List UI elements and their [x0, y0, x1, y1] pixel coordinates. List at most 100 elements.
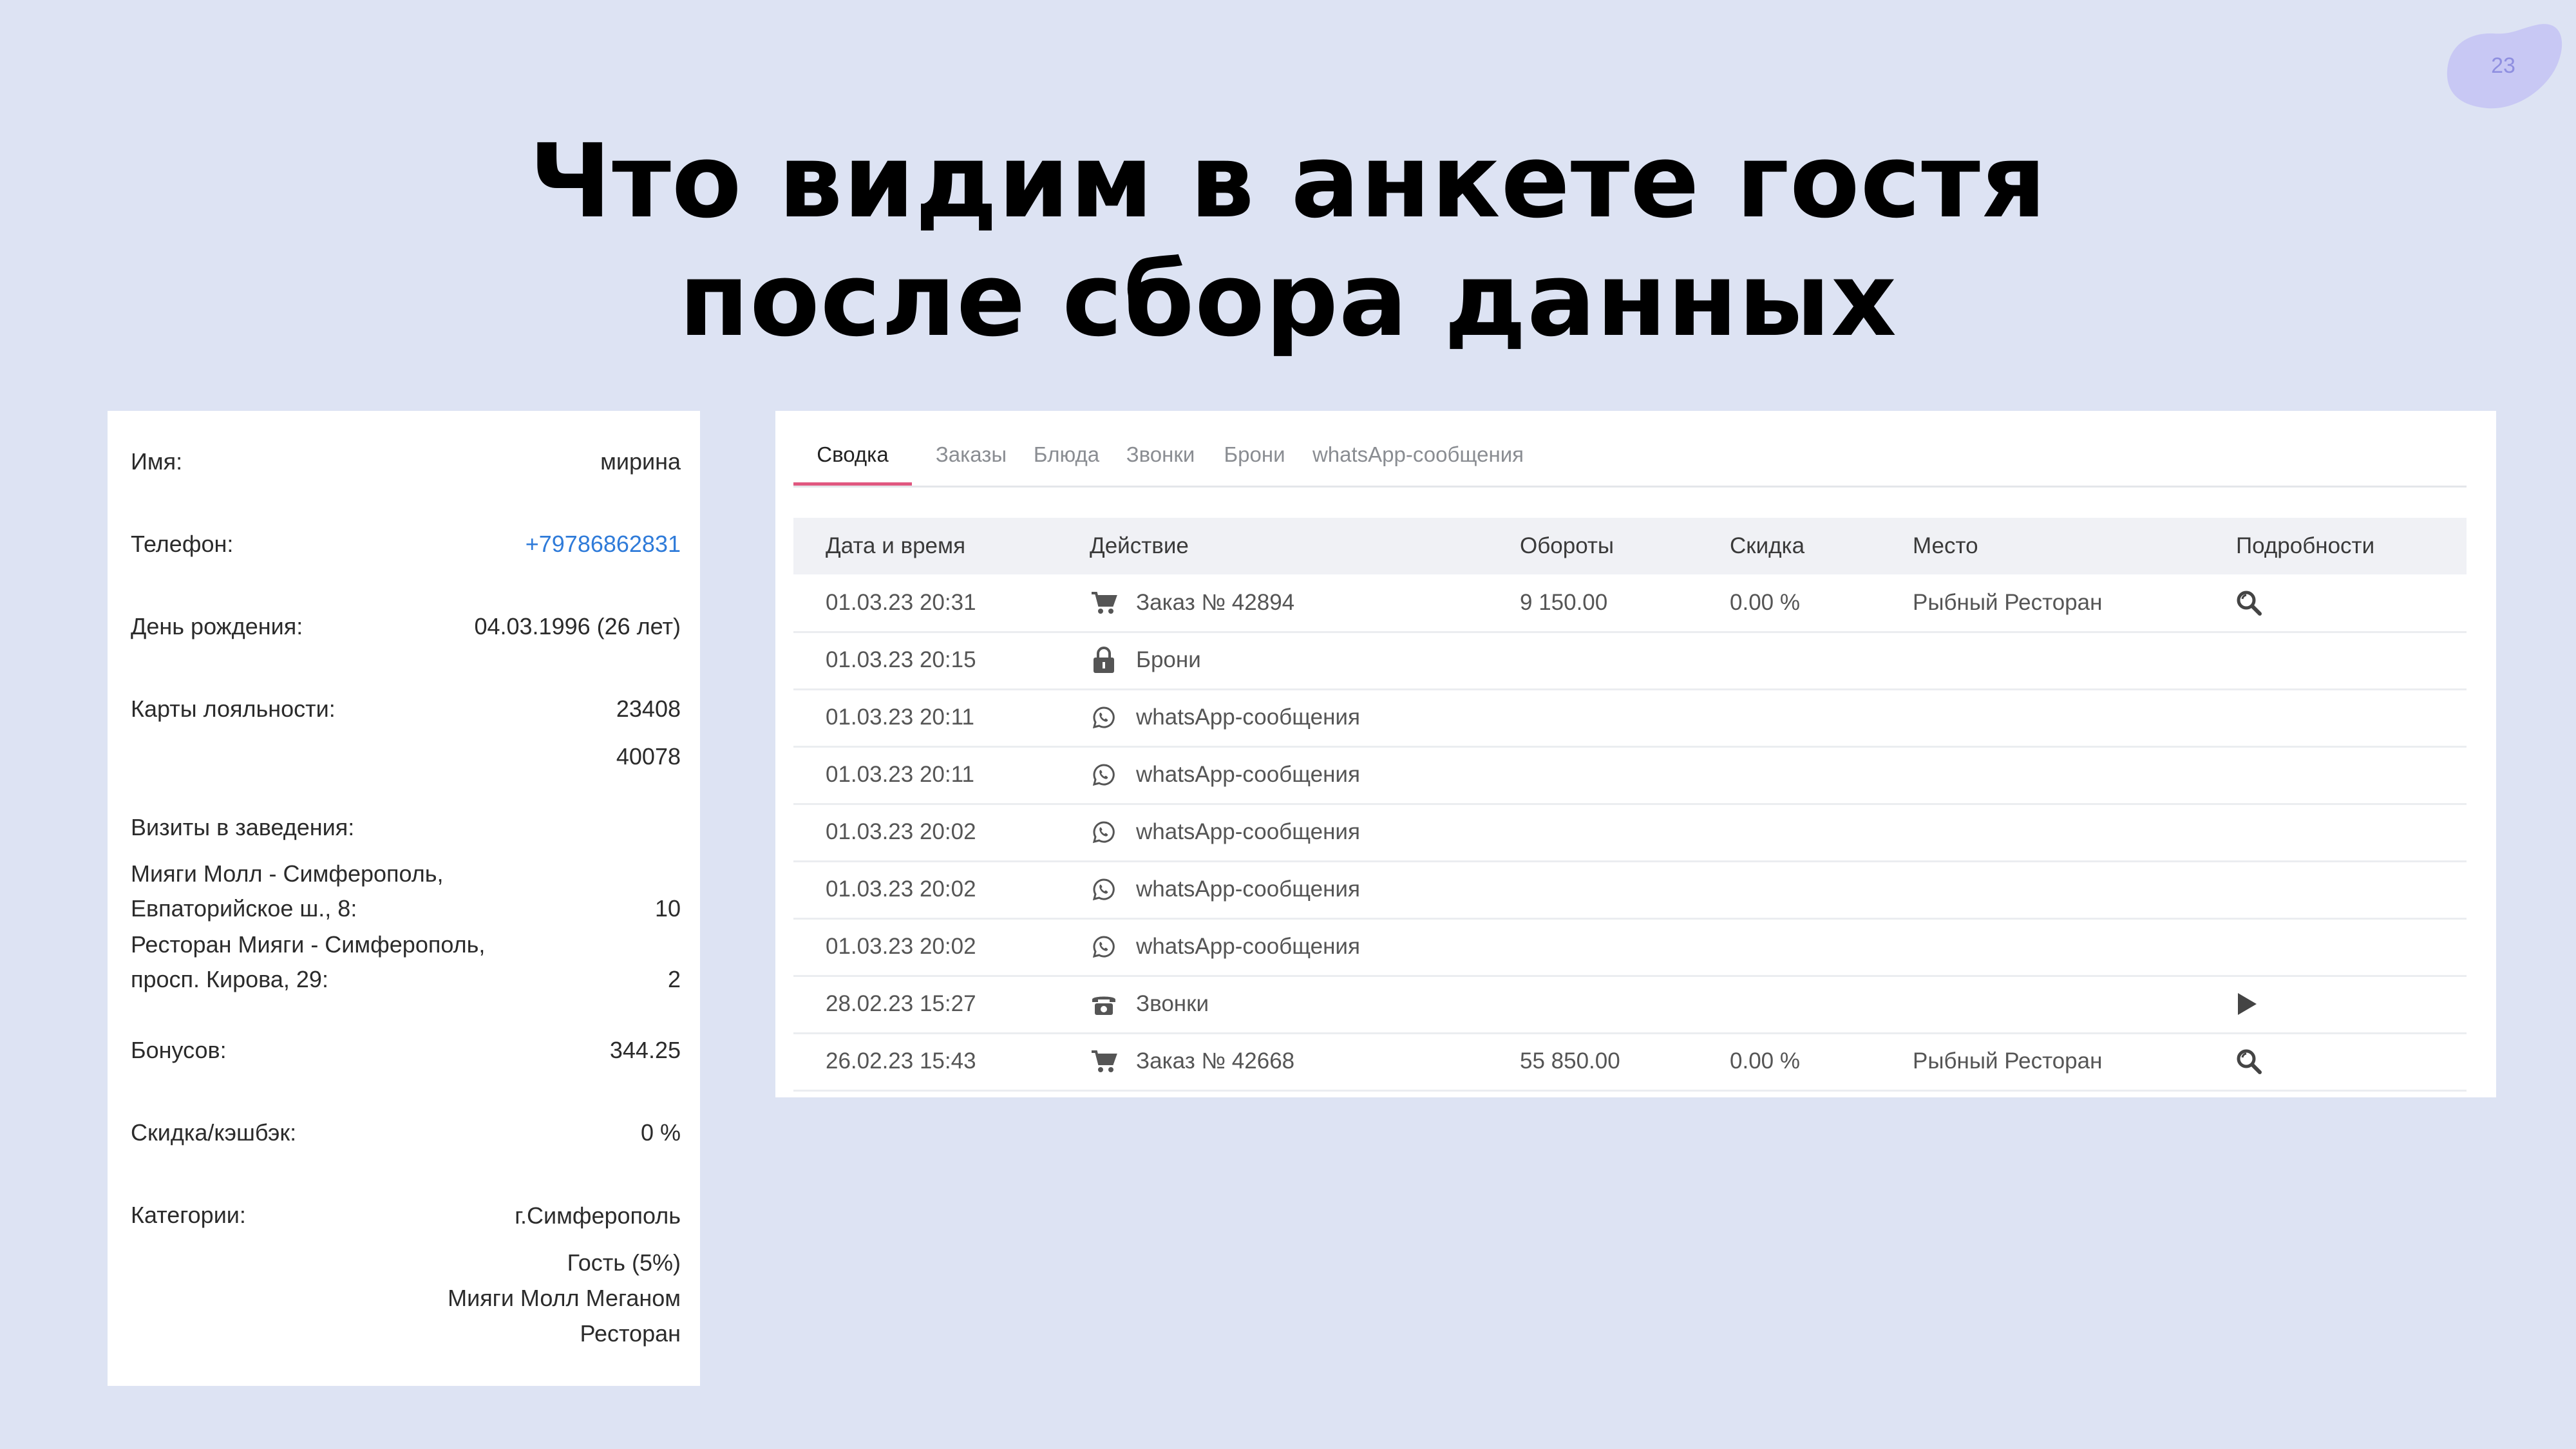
play-icon[interactable] — [2236, 992, 2258, 1016]
details-play-button[interactable] — [2236, 976, 2258, 1032]
row-action-text: Заказ № 42894 — [1136, 590, 1295, 615]
row-date: 01.03.23 20:11 — [826, 689, 974, 746]
tab-calls[interactable]: Звонки — [1122, 434, 1199, 486]
table-row[interactable]: 01.03.23 20:02 whatsApp-сообщения — [793, 804, 2467, 862]
row-action: whatsApp-сообщения — [1090, 804, 1360, 860]
phone-label: Телефон: — [131, 531, 234, 557]
row-turnover: 55 850.00 — [1520, 1048, 1620, 1074]
visit-place: Ресторан Мияги - Симферополь, просп. Кир… — [131, 927, 485, 997]
details-search-button[interactable] — [2236, 1033, 2262, 1090]
row-date: 26.02.23 15:43 — [826, 1033, 976, 1090]
row-place: Рыбный Ресторан — [1913, 590, 2103, 615]
row-action-text: whatsApp-сообщения — [1136, 762, 1360, 787]
visit-place-line: Евпаторийское ш., 8: — [131, 895, 357, 922]
visit-place-line: Мияги Молл - Симферополь, — [131, 860, 444, 887]
visit-place-line: просп. Кирова, 29: — [131, 966, 328, 992]
row-action-text: whatsApp-сообщения — [1136, 819, 1360, 844]
tab-dishes[interactable]: Блюда — [1030, 434, 1103, 486]
tab-bar: Сводка Заказы Блюда Звонки Брони whatsAp… — [793, 434, 2467, 488]
birthday-label: День рождения: — [131, 613, 303, 639]
row-action: Брони — [1090, 632, 1201, 688]
category-item: Ресторан — [580, 1320, 681, 1347]
row-date-text: 28.02.23 15:27 — [826, 991, 976, 1016]
birthday-value: 04.03.1996 (26 лет) — [474, 613, 681, 639]
row-action: Звонки — [1090, 976, 1209, 1032]
row-date-text: 01.03.23 20:31 — [826, 590, 976, 615]
phone-link[interactable]: +79786862831 — [526, 527, 681, 562]
loyalty-cards-row: Карты лояльности: 23408 40078 — [131, 692, 681, 774]
cart-icon — [1090, 1047, 1118, 1075]
row-date: 01.03.23 20:02 — [826, 804, 976, 860]
row-action: whatsApp-сообщения — [1090, 746, 1360, 803]
category-item: Гость (5%) — [567, 1249, 681, 1276]
row-discount: 0.00 % — [1730, 1048, 1800, 1074]
header-date: Дата и время — [826, 533, 966, 558]
row-date: 01.03.23 20:31 — [826, 574, 976, 631]
category-item: Мияги Молл Меганом — [448, 1285, 681, 1311]
loyalty-card: 23408 — [616, 696, 681, 722]
row-action-text: Заказ № 42668 — [1136, 1048, 1295, 1074]
details-search-button[interactable] — [2236, 574, 2262, 631]
row-action: Заказ № 42894 — [1090, 574, 1294, 631]
table-header: Дата и время Действие Обороты Скидка Мес… — [793, 518, 2467, 574]
slide-title: Что видим в анкете гостя после сбора дан… — [0, 122, 2576, 359]
row-date: 01.03.23 20:11 — [826, 746, 974, 803]
visit-place-line: Ресторан Мияги - Симферополь, — [131, 931, 486, 958]
phone-row: Телефон: +79786862831 — [131, 527, 681, 562]
table-row[interactable]: 01.03.23 20:31 Заказ № 42894 9 150.00 0.00 … — [793, 574, 2467, 633]
table-row[interactable]: 01.03.23 20:11 whatsApp-сообщения — [793, 689, 2467, 748]
row-date-text: 26.02.23 15:43 — [826, 1048, 976, 1074]
row-action-text: whatsApp-сообщения — [1136, 876, 1360, 902]
visit-item: Ресторан Мияги - Симферополь, просп. Кир… — [131, 927, 681, 997]
discount-value: 0 % — [640, 1119, 681, 1146]
row-action: whatsApp-сообщения — [1090, 689, 1360, 746]
table-row[interactable]: 01.03.23 20:11 whatsApp-сообщения — [793, 746, 2467, 805]
table-row[interactable]: 01.03.23 20:15 Брони — [793, 632, 2467, 690]
table-row[interactable]: 01.03.23 20:02 whatsApp-сообщения — [793, 861, 2467, 920]
category-item: г.Симферополь — [515, 1202, 681, 1229]
visit-count: 2 — [667, 966, 681, 992]
row-action-text: Звонки — [1136, 991, 1209, 1016]
whatsapp-icon — [1090, 875, 1118, 904]
loyalty-cards-label: Карты лояльности: — [131, 696, 336, 722]
row-action: whatsApp-сообщения — [1090, 861, 1360, 918]
row-action: whatsApp-сообщения — [1090, 918, 1360, 975]
tab-whatsapp[interactable]: whatsApp-сообщения — [1309, 434, 1528, 486]
slide-title-line-1: Что видим в анкете гостя — [529, 122, 2047, 241]
table-row[interactable]: 26.02.23 15:43 Заказ № 42668 55 850.00 0.00… — [793, 1033, 2467, 1092]
guest-activity-panel: Сводка Заказы Блюда Звонки Брони whatsAp… — [775, 411, 2496, 1097]
table-row[interactable]: 28.02.23 15:27 Звонки — [793, 976, 2467, 1034]
search-icon[interactable] — [2236, 1048, 2262, 1074]
search-icon[interactable] — [2236, 590, 2262, 616]
row-turnover: 9 150.00 — [1520, 590, 1608, 615]
visit-item: Мияги Молл - Симферополь, Евпаторийское … — [131, 857, 681, 926]
header-place: Место — [1913, 533, 1978, 558]
bonus-label: Бонусов: — [131, 1037, 227, 1063]
header-details: Подробности — [2236, 533, 2375, 558]
row-action-text: Брони — [1136, 647, 1201, 672]
bonus-row: Бонусов: 344.25 — [131, 1033, 681, 1068]
row-action: Заказ № 42668 — [1090, 1033, 1294, 1090]
name-value: мирина — [600, 448, 681, 475]
categories-label: Категории: — [131, 1202, 246, 1228]
row-date-text: 01.03.23 20:15 — [826, 647, 976, 672]
name-label: Имя: — [131, 448, 183, 475]
whatsapp-icon — [1090, 703, 1118, 732]
whatsapp-icon — [1090, 818, 1118, 846]
header-discount: Скидка — [1730, 533, 1805, 558]
visit-place: Мияги Молл - Симферополь, Евпаторийское … — [131, 857, 444, 926]
guest-profile-card: Имя: мирина Телефон: +79786862831 День р… — [108, 411, 700, 1386]
visits-row: Визиты в заведения: — [131, 810, 681, 845]
tab-summary[interactable]: Сводка — [793, 434, 912, 486]
whatsapp-icon — [1090, 933, 1118, 961]
row-date: 01.03.23 20:02 — [826, 861, 976, 918]
row-date-text: 01.03.23 20:02 — [826, 876, 976, 902]
table-row[interactable]: 01.03.23 20:02 whatsApp-сообщения — [793, 918, 2467, 977]
tab-orders[interactable]: Заказы — [934, 434, 1009, 486]
tab-bookings[interactable]: Брони — [1221, 434, 1288, 486]
header-turnover: Обороты — [1520, 533, 1615, 558]
slide-title-line-2: после сбора данных — [679, 241, 1897, 359]
row-date-text: 01.03.23 20:11 — [826, 705, 974, 730]
row-action-text: whatsApp-сообщения — [1136, 934, 1360, 959]
loyalty-cards-list: 23408 40078 — [616, 692, 681, 774]
